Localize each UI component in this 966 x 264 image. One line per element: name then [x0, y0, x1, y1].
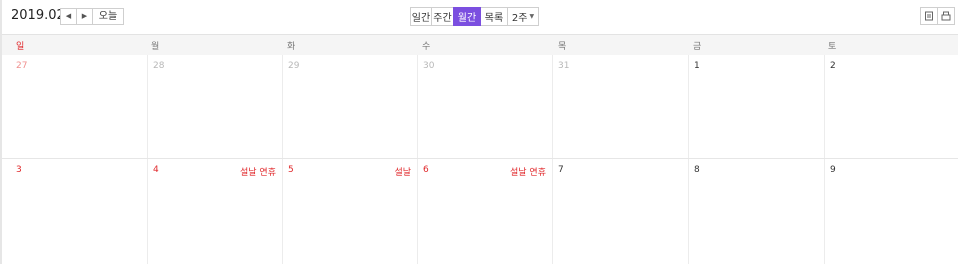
weekday-thursday: 목 — [558, 42, 567, 52]
caret-left-icon: ◀ — [65, 12, 72, 20]
day-cell[interactable]: 2 — [824, 55, 958, 158]
day-cell[interactable]: 31 — [552, 55, 688, 158]
day-number: 1 — [694, 61, 700, 71]
holiday-label[interactable]: 설날 — [394, 165, 411, 178]
holiday-label[interactable]: 설날 연휴 — [510, 165, 546, 178]
day-cell[interactable]: 29 — [282, 55, 417, 158]
month-calendar: 일 월 화 수 목 금 토 27 28 29 30 31 1 2 3 4 설날 … — [2, 34, 958, 264]
calendar-print-icon — [941, 11, 951, 21]
weekday-saturday: 토 — [828, 42, 837, 52]
caret-right-icon: ▶ — [81, 12, 88, 20]
previous-month-button[interactable]: ◀ — [60, 8, 77, 25]
day-number: 2 — [830, 61, 836, 71]
day-cell[interactable]: 30 — [417, 55, 552, 158]
calendar-week-row: 3 4 설날 연휴 5 설날 6 설날 연휴 7 8 9 — [2, 159, 958, 264]
current-month-title: 2019.02 — [11, 8, 65, 23]
day-cell[interactable]: 6 설날 연휴 — [417, 159, 552, 264]
day-number: 4 — [153, 165, 159, 175]
day-cell[interactable]: 27 — [2, 55, 147, 158]
day-cell[interactable]: 3 — [2, 159, 147, 264]
day-cell[interactable]: 4 설날 연휴 — [147, 159, 282, 264]
today-button[interactable]: 오늘 — [92, 8, 124, 25]
view-month-button[interactable]: 월간 — [453, 7, 481, 26]
calendar-week-row: 27 28 29 30 31 1 2 — [2, 55, 958, 159]
day-number: 6 — [423, 165, 429, 175]
calendar-print-button[interactable] — [937, 7, 955, 25]
print-button[interactable] — [920, 7, 938, 25]
day-cell[interactable]: 8 — [688, 159, 824, 264]
day-cell[interactable]: 9 — [824, 159, 958, 264]
holiday-label[interactable]: 설날 연휴 — [240, 165, 276, 178]
weekday-wednesday: 수 — [422, 42, 431, 52]
calendar-toolbar: 2019.02 ◀ ▶ 오늘 일간 주간 월간 목록 2주 ▼ — [0, 0, 966, 34]
day-number: 9 — [830, 165, 836, 175]
weekday-header: 일 월 화 수 목 금 토 — [2, 34, 958, 55]
day-cell[interactable]: 1 — [688, 55, 824, 158]
day-number: 5 — [288, 165, 294, 175]
view-2week-dropdown[interactable]: 2주 ▼ — [507, 7, 539, 26]
day-number: 27 — [16, 61, 28, 71]
day-number: 3 — [16, 165, 22, 175]
next-month-button[interactable]: ▶ — [76, 8, 93, 25]
weekday-friday: 금 — [693, 42, 702, 52]
day-cell[interactable]: 28 — [147, 55, 282, 158]
day-number: 31 — [558, 61, 570, 71]
day-number: 7 — [558, 165, 564, 175]
view-2week-label: 2주 — [511, 13, 528, 24]
chevron-down-icon: ▼ — [529, 13, 535, 20]
view-list-button[interactable]: 목록 — [480, 7, 508, 26]
view-week-button[interactable]: 주간 — [431, 7, 454, 26]
weekday-monday: 월 — [151, 42, 160, 52]
weekday-sunday: 일 — [16, 42, 25, 52]
view-day-button[interactable]: 일간 — [410, 7, 432, 26]
day-number: 8 — [694, 165, 700, 175]
day-cell[interactable]: 5 설날 — [282, 159, 417, 264]
day-cell[interactable]: 7 — [552, 159, 688, 264]
day-number: 29 — [288, 61, 300, 71]
print-icon — [925, 11, 933, 21]
view-mode-switcher: 일간 주간 월간 목록 2주 ▼ — [410, 7, 539, 26]
day-number: 28 — [153, 61, 165, 71]
weekday-tuesday: 화 — [287, 42, 296, 52]
day-number: 30 — [423, 61, 435, 71]
